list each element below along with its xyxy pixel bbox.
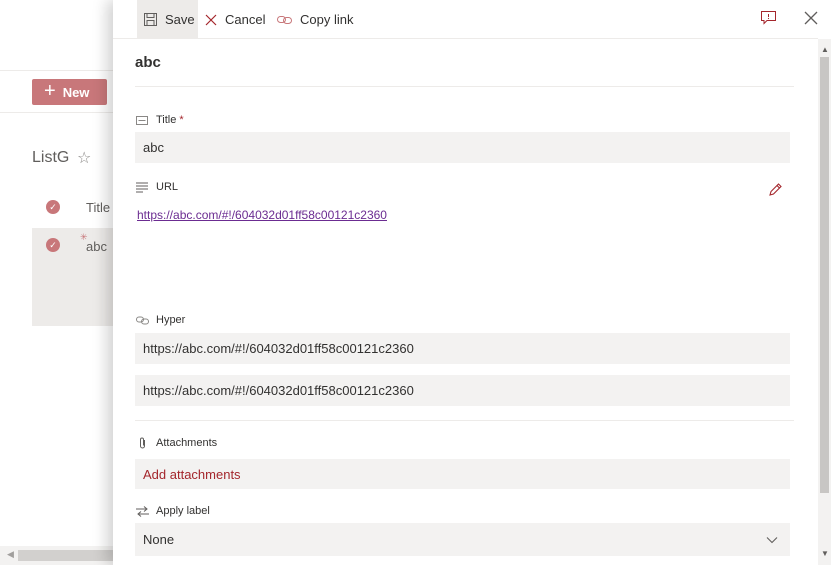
url-link[interactable]: https://abc.com/#!/604032d01ff58c00121c2… [137, 208, 387, 222]
hyper-field-label: Hyper [135, 314, 185, 326]
chevron-down-icon [766, 532, 778, 547]
plus-icon: + [44, 80, 56, 102]
hyper-description-input[interactable]: https://abc.com/#!/604032d01ff58c00121c2… [135, 375, 790, 406]
scroll-up-icon[interactable]: ▲ [821, 45, 829, 54]
x-icon [205, 14, 217, 26]
floppy-disk-icon [144, 13, 157, 26]
scrollbar-thumb[interactable] [820, 57, 829, 493]
swap-arrows-icon [135, 505, 149, 517]
row-check-icon[interactable]: ✓ [46, 238, 60, 252]
url-label-text: URL [156, 181, 179, 193]
close-icon[interactable] [804, 11, 818, 30]
link-icon [135, 316, 149, 325]
apply-label-field-label: Apply label [135, 505, 210, 517]
multiline-text-icon [135, 182, 149, 193]
divider [135, 420, 794, 421]
required-marker: * [179, 114, 184, 126]
apply-label-dropdown[interactable]: None [135, 523, 790, 556]
vertical-scrollbar[interactable]: ▲ ▼ [818, 39, 831, 565]
cancel-label: Cancel [225, 12, 266, 27]
title-label-text: Title [156, 114, 177, 126]
paperclip-icon [135, 437, 149, 449]
link-icon [277, 15, 292, 25]
copy-link-label: Copy link [300, 12, 354, 27]
attachments-field-label: Attachments [135, 437, 217, 449]
divider [0, 112, 120, 113]
favorite-star-icon[interactable]: ☆ [77, 148, 91, 168]
pencil-icon[interactable] [768, 182, 783, 202]
edit-item-panel: Save Cancel Copy link abc Title * abc UR… [113, 0, 831, 565]
attachments-label-text: Attachments [156, 437, 218, 449]
new-button-label: New [62, 84, 90, 100]
item-heading: abc [135, 54, 161, 71]
column-header-title[interactable]: Title [86, 200, 110, 215]
hyper-address-input[interactable]: https://abc.com/#!/604032d01ff58c00121c2… [135, 333, 790, 364]
title-input[interactable]: abc [135, 132, 790, 163]
divider [135, 86, 794, 87]
title-field-label: Title * [135, 114, 184, 126]
select-all-check-icon[interactable]: ✓ [46, 200, 60, 214]
apply-label-value: None [143, 532, 175, 547]
scrollbar-thumb[interactable] [18, 550, 118, 561]
row-title-cell[interactable]: abc [86, 239, 107, 254]
cancel-button[interactable]: Cancel [205, 0, 265, 39]
scroll-down-icon[interactable]: ▼ [821, 549, 829, 558]
scroll-left-icon[interactable]: ◀ [7, 549, 14, 560]
panel-toolbar: Save Cancel Copy link [113, 0, 818, 39]
apply-label-label-text: Apply label [156, 505, 210, 517]
comment-icon[interactable] [761, 11, 776, 30]
new-button[interactable]: + New [32, 79, 107, 105]
horizontal-scrollbar[interactable]: ◀ [0, 546, 120, 565]
save-button[interactable]: Save [137, 0, 198, 39]
url-field-label: URL [135, 181, 178, 193]
copy-link-button[interactable]: Copy link [277, 0, 353, 39]
list-title: ListG [32, 149, 70, 166]
text-field-icon [135, 115, 149, 125]
hyper-label-text: Hyper [156, 314, 186, 326]
add-attachments-label: Add attachments [143, 466, 241, 482]
add-attachments-button[interactable]: Add attachments [135, 459, 790, 489]
divider [0, 70, 120, 71]
save-label: Save [165, 12, 195, 27]
